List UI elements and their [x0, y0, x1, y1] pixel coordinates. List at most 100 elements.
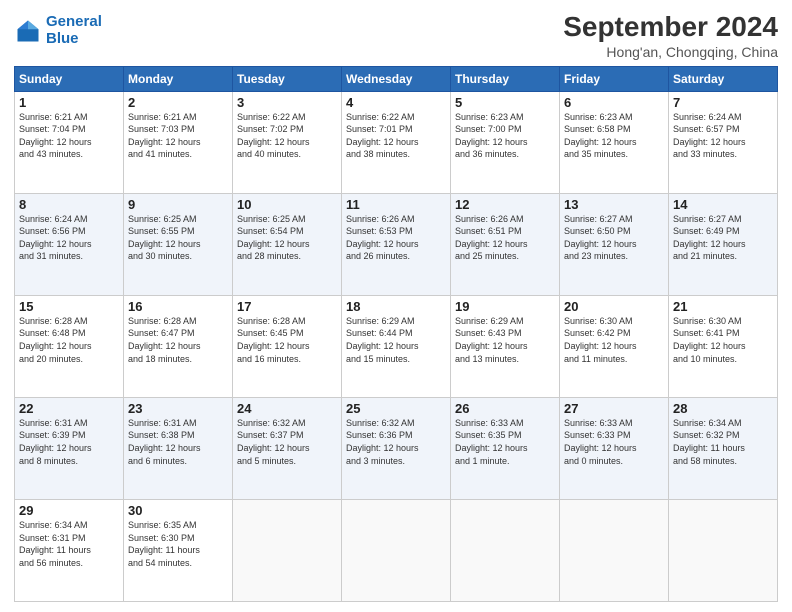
day-number: 29: [19, 503, 119, 518]
day-info: Sunrise: 6:25 AM Sunset: 6:54 PM Dayligh…: [237, 213, 337, 263]
col-wednesday: Wednesday: [342, 66, 451, 91]
calendar-cell: 7Sunrise: 6:24 AM Sunset: 6:57 PM Daylig…: [669, 91, 778, 193]
calendar-cell: 9Sunrise: 6:25 AM Sunset: 6:55 PM Daylig…: [124, 193, 233, 295]
day-number: 23: [128, 401, 228, 416]
header: General Blue September 2024 Hong'an, Cho…: [14, 10, 778, 60]
calendar-cell: 12Sunrise: 6:26 AM Sunset: 6:51 PM Dayli…: [451, 193, 560, 295]
calendar-cell: [451, 499, 560, 601]
day-info: Sunrise: 6:23 AM Sunset: 7:00 PM Dayligh…: [455, 111, 555, 161]
calendar-cell: 21Sunrise: 6:30 AM Sunset: 6:41 PM Dayli…: [669, 295, 778, 397]
day-number: 7: [673, 95, 773, 110]
day-info: Sunrise: 6:31 AM Sunset: 6:38 PM Dayligh…: [128, 417, 228, 467]
calendar-cell: 18Sunrise: 6:29 AM Sunset: 6:44 PM Dayli…: [342, 295, 451, 397]
day-number: 30: [128, 503, 228, 518]
day-number: 13: [564, 197, 664, 212]
calendar-week-1: 1Sunrise: 6:21 AM Sunset: 7:04 PM Daylig…: [15, 91, 778, 193]
calendar-cell: 14Sunrise: 6:27 AM Sunset: 6:49 PM Dayli…: [669, 193, 778, 295]
calendar-cell: 8Sunrise: 6:24 AM Sunset: 6:56 PM Daylig…: [15, 193, 124, 295]
col-thursday: Thursday: [451, 66, 560, 91]
calendar-cell: [560, 499, 669, 601]
calendar-cell: [342, 499, 451, 601]
day-number: 20: [564, 299, 664, 314]
calendar-cell: 29Sunrise: 6:34 AM Sunset: 6:31 PM Dayli…: [15, 499, 124, 601]
day-number: 14: [673, 197, 773, 212]
day-info: Sunrise: 6:21 AM Sunset: 7:04 PM Dayligh…: [19, 111, 119, 161]
calendar-cell: 3Sunrise: 6:22 AM Sunset: 7:02 PM Daylig…: [233, 91, 342, 193]
col-tuesday: Tuesday: [233, 66, 342, 91]
calendar-cell: 25Sunrise: 6:32 AM Sunset: 6:36 PM Dayli…: [342, 397, 451, 499]
calendar-cell: 10Sunrise: 6:25 AM Sunset: 6:54 PM Dayli…: [233, 193, 342, 295]
day-info: Sunrise: 6:21 AM Sunset: 7:03 PM Dayligh…: [128, 111, 228, 161]
calendar-cell: 24Sunrise: 6:32 AM Sunset: 6:37 PM Dayli…: [233, 397, 342, 499]
day-info: Sunrise: 6:28 AM Sunset: 6:47 PM Dayligh…: [128, 315, 228, 365]
day-number: 8: [19, 197, 119, 212]
day-number: 9: [128, 197, 228, 212]
col-sunday: Sunday: [15, 66, 124, 91]
calendar-cell: 6Sunrise: 6:23 AM Sunset: 6:58 PM Daylig…: [560, 91, 669, 193]
day-number: 21: [673, 299, 773, 314]
calendar-cell: 17Sunrise: 6:28 AM Sunset: 6:45 PM Dayli…: [233, 295, 342, 397]
day-number: 17: [237, 299, 337, 314]
logo-icon: [14, 17, 42, 45]
calendar-cell: 1Sunrise: 6:21 AM Sunset: 7:04 PM Daylig…: [15, 91, 124, 193]
day-info: Sunrise: 6:34 AM Sunset: 6:31 PM Dayligh…: [19, 519, 119, 569]
day-number: 27: [564, 401, 664, 416]
calendar-week-4: 22Sunrise: 6:31 AM Sunset: 6:39 PM Dayli…: [15, 397, 778, 499]
month-title: September 2024: [563, 10, 778, 44]
logo-general: General: [46, 13, 102, 30]
col-saturday: Saturday: [669, 66, 778, 91]
calendar-week-3: 15Sunrise: 6:28 AM Sunset: 6:48 PM Dayli…: [15, 295, 778, 397]
calendar-cell: 23Sunrise: 6:31 AM Sunset: 6:38 PM Dayli…: [124, 397, 233, 499]
day-number: 16: [128, 299, 228, 314]
day-number: 11: [346, 197, 446, 212]
day-info: Sunrise: 6:32 AM Sunset: 6:36 PM Dayligh…: [346, 417, 446, 467]
day-number: 10: [237, 197, 337, 212]
day-number: 5: [455, 95, 555, 110]
day-info: Sunrise: 6:31 AM Sunset: 6:39 PM Dayligh…: [19, 417, 119, 467]
calendar-table: Sunday Monday Tuesday Wednesday Thursday…: [14, 66, 778, 602]
day-info: Sunrise: 6:25 AM Sunset: 6:55 PM Dayligh…: [128, 213, 228, 263]
calendar-cell: 2Sunrise: 6:21 AM Sunset: 7:03 PM Daylig…: [124, 91, 233, 193]
day-number: 3: [237, 95, 337, 110]
calendar-cell: [669, 499, 778, 601]
day-info: Sunrise: 6:22 AM Sunset: 7:02 PM Dayligh…: [237, 111, 337, 161]
day-info: Sunrise: 6:26 AM Sunset: 6:53 PM Dayligh…: [346, 213, 446, 263]
calendar-cell: 13Sunrise: 6:27 AM Sunset: 6:50 PM Dayli…: [560, 193, 669, 295]
day-info: Sunrise: 6:34 AM Sunset: 6:32 PM Dayligh…: [673, 417, 773, 467]
calendar-cell: 16Sunrise: 6:28 AM Sunset: 6:47 PM Dayli…: [124, 295, 233, 397]
day-info: Sunrise: 6:29 AM Sunset: 6:44 PM Dayligh…: [346, 315, 446, 365]
day-info: Sunrise: 6:27 AM Sunset: 6:49 PM Dayligh…: [673, 213, 773, 263]
day-info: Sunrise: 6:28 AM Sunset: 6:48 PM Dayligh…: [19, 315, 119, 365]
calendar-week-2: 8Sunrise: 6:24 AM Sunset: 6:56 PM Daylig…: [15, 193, 778, 295]
day-number: 15: [19, 299, 119, 314]
calendar-cell: 15Sunrise: 6:28 AM Sunset: 6:48 PM Dayli…: [15, 295, 124, 397]
day-info: Sunrise: 6:29 AM Sunset: 6:43 PM Dayligh…: [455, 315, 555, 365]
day-info: Sunrise: 6:27 AM Sunset: 6:50 PM Dayligh…: [564, 213, 664, 263]
day-info: Sunrise: 6:33 AM Sunset: 6:35 PM Dayligh…: [455, 417, 555, 467]
title-block: September 2024 Hong'an, Chongqing, China: [563, 10, 778, 60]
day-number: 22: [19, 401, 119, 416]
day-number: 6: [564, 95, 664, 110]
day-number: 28: [673, 401, 773, 416]
logo: General Blue: [14, 14, 102, 47]
day-number: 19: [455, 299, 555, 314]
calendar-cell: 19Sunrise: 6:29 AM Sunset: 6:43 PM Dayli…: [451, 295, 560, 397]
location-title: Hong'an, Chongqing, China: [563, 44, 778, 60]
page: General Blue September 2024 Hong'an, Cho…: [0, 0, 792, 612]
day-info: Sunrise: 6:24 AM Sunset: 6:57 PM Dayligh…: [673, 111, 773, 161]
day-info: Sunrise: 6:33 AM Sunset: 6:33 PM Dayligh…: [564, 417, 664, 467]
day-number: 24: [237, 401, 337, 416]
col-friday: Friday: [560, 66, 669, 91]
calendar-cell: [233, 499, 342, 601]
day-number: 25: [346, 401, 446, 416]
logo-text: General Blue: [46, 14, 102, 47]
logo-blue: Blue: [46, 30, 79, 47]
calendar-cell: 30Sunrise: 6:35 AM Sunset: 6:30 PM Dayli…: [124, 499, 233, 601]
day-number: 26: [455, 401, 555, 416]
day-info: Sunrise: 6:30 AM Sunset: 6:41 PM Dayligh…: [673, 315, 773, 365]
calendar-cell: 22Sunrise: 6:31 AM Sunset: 6:39 PM Dayli…: [15, 397, 124, 499]
calendar-cell: 4Sunrise: 6:22 AM Sunset: 7:01 PM Daylig…: [342, 91, 451, 193]
day-info: Sunrise: 6:22 AM Sunset: 7:01 PM Dayligh…: [346, 111, 446, 161]
day-number: 18: [346, 299, 446, 314]
day-info: Sunrise: 6:23 AM Sunset: 6:58 PM Dayligh…: [564, 111, 664, 161]
